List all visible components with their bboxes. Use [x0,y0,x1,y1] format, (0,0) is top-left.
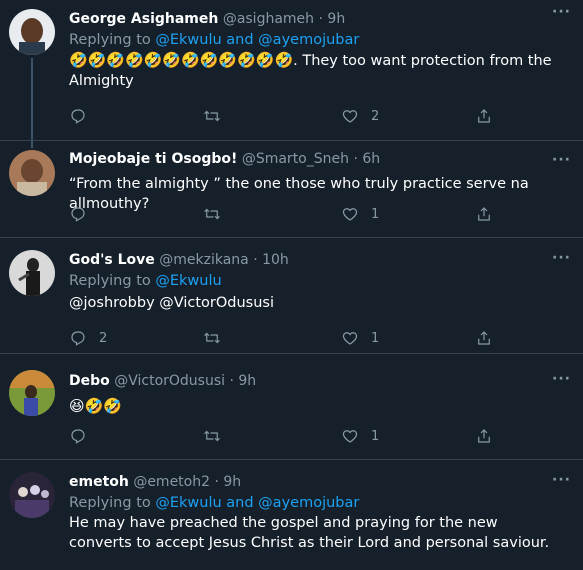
reply-count: 2 [99,330,108,346]
tweet-godslove[interactable]: God's Love @mekzikana · 10h Replying to … [0,238,583,353]
share-button[interactable] [475,107,493,125]
display-name[interactable]: George Asighameh [69,11,218,27]
like-count: 1 [371,206,380,222]
avatar[interactable] [9,250,55,296]
reply-icon [71,207,85,222]
tweet-george[interactable]: George Asighameh @asighameh · 9h Replyin… [0,0,583,140]
tweet-emetoh[interactable]: emetoh @emetoh2 · 9h Replying to @Ekwulu… [0,460,583,570]
retweet-icon [204,332,220,344]
display-name[interactable]: Debo [69,373,110,389]
like-icon [342,430,358,443]
retweet-button[interactable] [203,329,221,347]
handle[interactable]: @mekzikana [159,252,249,268]
tweet-debo[interactable]: Debo @VictorOdususi · 9h 😆🤣🤣 ··· 1 [0,354,583,459]
timestamp[interactable]: 9h [238,373,256,389]
avatar[interactable] [9,150,55,196]
like-count: 2 [371,108,380,124]
like-icon [342,332,358,345]
handle[interactable]: @VictorOdususi [114,373,225,389]
replying-to: Replying to @Ekwulu and @ayemojubar [69,493,563,513]
replying-mentions[interactable]: @Ekwulu and @ayemojubar [155,495,359,511]
tweet-text: 🤣🤣🤣🤣🤣🤣🤣🤣🤣🤣🤣🤣. They too want protection f… [69,50,563,91]
reply-icon [71,331,85,346]
timestamp[interactable]: 6h [362,151,380,167]
retweet-button[interactable] [203,205,221,223]
avatar[interactable] [9,9,55,55]
replying-mentions[interactable]: @Ekwulu and @ayemojubar [155,32,359,48]
replying-label: Replying to [69,495,151,511]
reply-button[interactable] [69,205,99,223]
handle[interactable]: @Smarto_Sneh [242,151,349,167]
display-name[interactable]: Mojeobaje ti Osogbo! [69,151,237,167]
more-icon[interactable]: ··· [552,250,571,266]
like-count: 1 [371,428,380,444]
share-button[interactable] [475,329,493,347]
share-icon [478,207,490,221]
avatar[interactable] [9,370,55,416]
display-name[interactable]: God's Love [69,252,155,268]
replying-label: Replying to [69,32,151,48]
share-button[interactable] [475,427,493,445]
like-icon [342,110,358,123]
tweet-text: He may have preached the gospel and pray… [69,515,550,551]
separator: · [229,373,234,389]
separator: · [318,11,323,27]
separator: · [353,151,358,167]
tweet-text: 😆🤣🤣 [69,397,122,415]
like-button[interactable]: 1 [341,205,379,223]
reply-button[interactable] [69,427,99,445]
retweet-icon [204,110,220,122]
tweet-mentions[interactable]: @joshrobby @VictorOdususi [69,293,563,313]
replying-to: Replying to @Ekwulu [69,271,563,291]
share-icon [478,109,490,123]
tweet-mojeobaje[interactable]: Mojeobaje ti Osogbo! @Smarto_Sneh · 6h “… [0,141,583,237]
separator: · [214,474,219,490]
emoji-run: 🤣🤣🤣🤣🤣🤣🤣🤣🤣🤣🤣🤣 [69,51,294,69]
retweet-button[interactable] [203,427,221,445]
more-icon[interactable]: ··· [552,152,571,168]
share-icon [478,331,490,345]
reply-icon [71,109,85,124]
reply-button[interactable]: 2 [69,329,107,347]
like-button[interactable]: 1 [341,427,379,445]
more-icon[interactable]: ··· [552,4,571,20]
handle[interactable]: @asighameh [223,11,314,27]
retweet-icon [204,208,220,220]
like-button[interactable]: 2 [341,107,379,125]
timestamp[interactable]: 10h [262,252,289,268]
retweet-button[interactable] [203,107,221,125]
timestamp[interactable]: 9h [327,11,345,27]
replying-mentions[interactable]: @Ekwulu [155,273,221,289]
share-icon [478,429,490,443]
more-icon[interactable]: ··· [552,472,571,488]
like-icon [342,208,358,221]
reply-icon [71,429,85,444]
reply-button[interactable] [69,107,99,125]
more-icon[interactable]: ··· [552,371,571,387]
replying-to: Replying to @Ekwulu and @ayemojubar [69,30,563,50]
replying-label: Replying to [69,273,151,289]
timestamp[interactable]: 9h [223,474,241,490]
display-name[interactable]: emetoh [69,474,129,490]
share-button[interactable] [475,205,493,223]
separator: · [253,252,258,268]
avatar[interactable] [9,472,55,518]
like-count: 1 [371,330,380,346]
handle[interactable]: @emetoh2 [133,474,210,490]
like-button[interactable]: 1 [341,329,379,347]
retweet-icon [204,430,220,442]
